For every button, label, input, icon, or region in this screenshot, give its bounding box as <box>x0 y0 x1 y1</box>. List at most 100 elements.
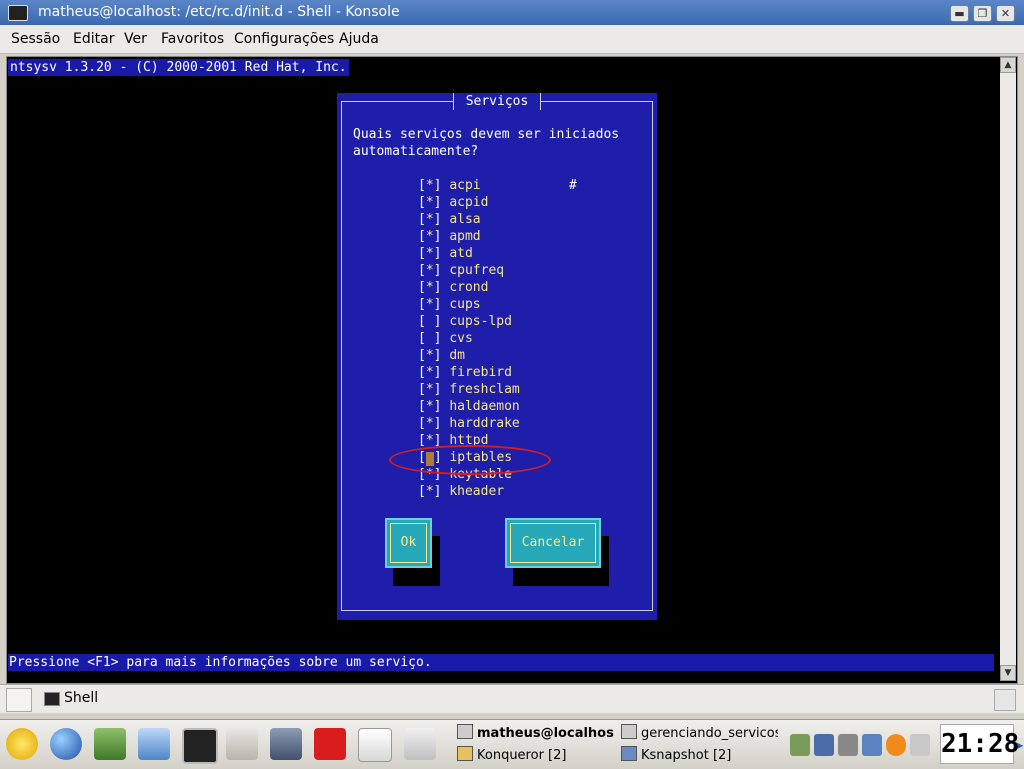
menu-sessao[interactable]: Sessão <box>11 31 60 47</box>
editor-icon[interactable] <box>404 728 436 760</box>
service-item[interactable]: [*] freshclam <box>418 382 520 397</box>
scroll-up-arrow-icon[interactable]: ▲ <box>1000 57 1016 73</box>
task-terminal-label: matheus@localhost <box>477 726 614 741</box>
service-item[interactable]: [*] acpid <box>418 195 488 210</box>
menu-configuracoes[interactable]: Configurações <box>234 31 334 47</box>
service-mark: * <box>425 212 434 227</box>
folder-icon <box>457 746 473 761</box>
kmenu-star-icon[interactable] <box>6 728 38 760</box>
menu-ajuda[interactable]: Ajuda <box>339 31 379 47</box>
service-item[interactable]: [*] firebird <box>418 365 512 380</box>
service-name: alsa <box>449 212 481 227</box>
service-checkbox[interactable]: [*] <box>418 178 449 193</box>
tab-shell-label: Shell <box>64 690 99 706</box>
service-item[interactable]: [*] cups <box>418 297 481 312</box>
scroll-down-arrow-icon[interactable]: ▼ <box>1000 665 1016 681</box>
service-name: dm <box>449 348 465 363</box>
service-checkbox[interactable]: [*] <box>418 416 449 431</box>
service-checkbox[interactable]: [*] <box>418 399 449 414</box>
usb-tray-icon[interactable] <box>790 734 810 756</box>
math-tool-icon[interactable] <box>270 728 302 760</box>
service-item[interactable]: [*] haldaemon <box>418 399 520 414</box>
service-mark <box>426 331 434 346</box>
globe-icon[interactable] <box>50 728 82 760</box>
m-app-icon[interactable] <box>314 728 346 760</box>
service-checkbox[interactable]: [*] <box>418 365 449 380</box>
update-icon[interactable] <box>910 734 930 756</box>
menu-ver[interactable]: Ver <box>124 31 147 47</box>
close-session-icon[interactable] <box>994 689 1016 711</box>
cancel-button[interactable]: Cancelar <box>505 518 601 568</box>
service-item[interactable]: [*] apmd <box>418 229 481 244</box>
service-item[interactable]: [*] crond <box>418 280 488 295</box>
service-checkbox[interactable]: [*] <box>418 246 449 261</box>
service-checkbox[interactable]: [*] <box>418 212 449 227</box>
close-button[interactable]: ✕ <box>996 5 1015 22</box>
service-mark: * <box>425 195 434 210</box>
snes-emulator-icon[interactable] <box>358 728 392 762</box>
clipboard-icon[interactable] <box>862 734 882 756</box>
service-name: freshclam <box>449 382 520 397</box>
service-mark <box>426 314 434 329</box>
service-checkbox[interactable]: [ ] <box>418 331 449 346</box>
service-name: apmd <box>449 229 481 244</box>
tab-shell[interactable]: Shell <box>36 688 106 710</box>
task-konqueror-label: Konqueror [2] <box>477 748 567 763</box>
menu-favoritos[interactable]: Favoritos <box>161 31 224 47</box>
service-item[interactable]: [ ] cups-lpd <box>418 314 512 329</box>
menu-editar[interactable]: Editar <box>73 31 114 47</box>
dialog-prompt: Quais serviços devem ser iniciados <box>353 127 620 142</box>
help-icon[interactable] <box>886 734 906 756</box>
task-gerenciando[interactable]: gerenciando_servicos <box>618 724 778 744</box>
service-checkbox[interactable]: [*] <box>418 263 449 278</box>
task-konqueror[interactable]: Konqueror [2] <box>454 746 614 766</box>
service-checkbox[interactable]: [*] <box>418 348 449 363</box>
service-item[interactable]: [*] dm <box>418 348 465 363</box>
network-tray-icon[interactable] <box>814 734 834 756</box>
terminal-scrollbar[interactable]: ▲ ▼ <box>1000 57 1016 681</box>
minimize-button[interactable]: ▬ <box>950 5 969 22</box>
konsole-tabbar: Shell <box>0 684 1024 713</box>
service-item[interactable]: [*] alsa <box>418 212 481 227</box>
clock[interactable]: 21:28 <box>940 724 1019 764</box>
service-checkbox[interactable]: [*] <box>418 484 449 499</box>
service-checkbox[interactable]: [*] <box>418 280 449 295</box>
service-name: acpi <box>449 178 481 193</box>
network-icon[interactable] <box>138 728 170 760</box>
terminal-icon[interactable] <box>182 728 218 764</box>
service-checkbox[interactable]: [*] <box>418 297 449 312</box>
service-name: haldaemon <box>449 399 520 414</box>
service-name: cups-lpd <box>449 314 512 329</box>
ntsysv-header: ntsysv 1.3.20 - (C) 2000-2001 Red Hat, I… <box>8 59 349 76</box>
service-item[interactable]: [ ] cvs <box>418 331 473 346</box>
service-checkbox[interactable]: [*] <box>418 382 449 397</box>
window-titlebar[interactable]: matheus@localhost: /etc/rc.d/init.d - Sh… <box>0 0 1024 25</box>
service-checkbox[interactable]: [ ] <box>418 314 449 329</box>
home-folder-icon[interactable] <box>94 728 126 760</box>
task-terminal[interactable]: matheus@localhost <box>454 724 614 744</box>
konsole-window-icon[interactable] <box>8 5 28 21</box>
task-gerenciando-label: gerenciando_servicos <box>641 726 778 741</box>
service-mark: * <box>425 484 434 499</box>
highlight-oval <box>389 445 551 475</box>
service-item[interactable]: [*] acpi <box>418 178 481 193</box>
service-item[interactable]: [*] cpufreq <box>418 263 504 278</box>
ok-button[interactable]: Ok <box>385 518 432 568</box>
service-mark: * <box>425 399 434 414</box>
service-item[interactable]: [*] atd <box>418 246 473 261</box>
new-session-icon[interactable] <box>6 688 32 712</box>
service-item[interactable]: [*] harddrake <box>418 416 520 431</box>
service-checkbox[interactable]: [*] <box>418 229 449 244</box>
service-item[interactable]: [*] kheader <box>418 484 504 499</box>
shell-icon <box>44 692 60 706</box>
volume-icon[interactable] <box>838 734 858 756</box>
service-mark: * <box>425 280 434 295</box>
drawing-tool-icon[interactable] <box>226 728 258 760</box>
service-name: crond <box>449 280 489 295</box>
menubar: Sessão Editar Ver Favoritos Configuraçõe… <box>0 25 1024 54</box>
service-mark: * <box>425 382 434 397</box>
maximize-button[interactable]: ❐ <box>973 5 992 22</box>
service-checkbox[interactable]: [*] <box>418 195 449 210</box>
task-ksnapshot[interactable]: Ksnapshot [2] <box>618 746 778 766</box>
service-mark: * <box>425 416 434 431</box>
